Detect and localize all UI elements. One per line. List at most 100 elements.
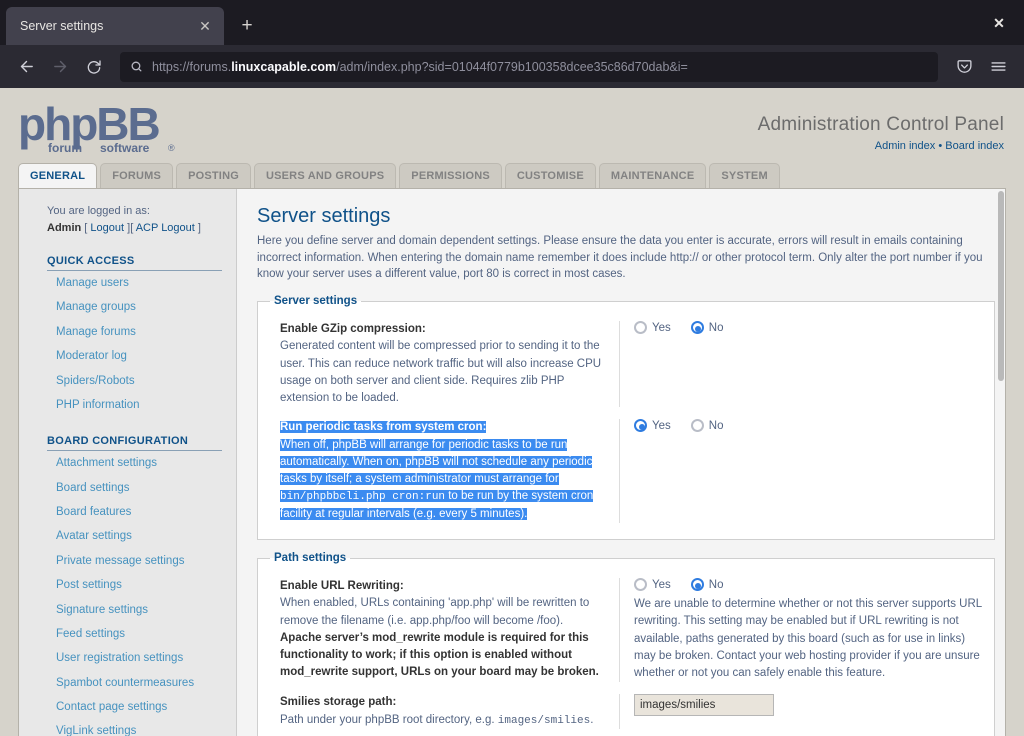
scrollbar-thumb[interactable] xyxy=(998,191,1004,381)
gzip-radio-yes[interactable]: Yes xyxy=(634,321,671,335)
radio-dot-yes[interactable] xyxy=(634,419,647,433)
browser-tab-strip: Server settings ✕ + ✕ xyxy=(0,0,1024,45)
setting-row-url-rewriting: Enable URL Rewriting: When enabled, URLs… xyxy=(270,570,982,686)
acp-tab-forums[interactable]: FORUMS xyxy=(100,163,174,188)
arrow-left-icon[interactable] xyxy=(10,51,42,83)
acp-tab-maintenance[interactable]: MAINTENANCE xyxy=(598,163,707,188)
cron-title: Run periodic tasks from system cron: xyxy=(280,421,487,434)
acp-tab-bar: GENERAL FORUMS POSTING USERS AND GROUPS PERM… xyxy=(0,160,1024,188)
sidebar-item-moderator-log[interactable]: Moderator log xyxy=(19,344,236,368)
sidebar-item-spambot-countermeasures[interactable]: Spambot countermeasures xyxy=(19,671,236,695)
sidebar-item-spiders-robots[interactable]: Spiders/Robots xyxy=(19,369,236,393)
reload-icon[interactable] xyxy=(78,51,110,83)
setting-label-gzip: Enable GZip compression: Generated conte… xyxy=(280,321,620,408)
sidebar-item-private-message-settings[interactable]: Private message settings xyxy=(19,549,236,573)
sidebar-item-php-information[interactable]: PHP information xyxy=(19,393,236,417)
radio-dot-no[interactable] xyxy=(690,321,704,335)
logout-link[interactable]: Logout xyxy=(90,222,124,234)
browser-tab[interactable]: Server settings ✕ xyxy=(6,7,224,45)
radio-dot-no[interactable] xyxy=(690,419,704,433)
sidebar-item-manage-forums[interactable]: Manage forums xyxy=(19,320,236,344)
setting-label-cron: Run periodic tasks from system cron: Whe… xyxy=(280,419,620,524)
link-admin-index[interactable]: Admin index xyxy=(875,140,936,152)
sidebar-item-contact-page-settings[interactable]: Contact page settings xyxy=(19,695,236,719)
sidebar-item-manage-groups[interactable]: Manage groups xyxy=(19,295,236,319)
url-rewriting-desc-normal: When enabled, URLs containing 'app.php' … xyxy=(280,597,590,627)
gzip-radio-no[interactable]: No xyxy=(690,321,723,335)
hamburger-menu-icon[interactable] xyxy=(982,51,1014,83)
gzip-title: Enable GZip compression: xyxy=(280,323,426,336)
sidebar-item-post-settings[interactable]: Post settings xyxy=(19,573,236,597)
scrollbar[interactable] xyxy=(997,189,1005,736)
sidebar-item-user-registration-settings[interactable]: User registration settings xyxy=(19,646,236,670)
setting-label-smilies-path: Smilies storage path: Path under your ph… xyxy=(280,694,620,730)
sidebar-quick-access-list: Manage users Manage groups Manage forums Mo… xyxy=(19,271,236,417)
url-rewriting-title: Enable URL Rewriting: xyxy=(280,580,404,593)
sidebar-item-manage-users[interactable]: Manage users xyxy=(19,271,236,295)
browser-window: Server settings ✕ + ✕ https://forums.lin… xyxy=(0,0,1024,736)
main-content: Server settings Here you define server a… xyxy=(237,189,1005,736)
sidebar-item-attachment-settings[interactable]: Attachment settings xyxy=(19,451,236,475)
section-server-settings: Server settings Enable GZip compression:… xyxy=(257,295,995,541)
url-rewriting-radio-yes[interactable]: Yes xyxy=(634,578,671,592)
acp-header: phpBB forum software ® Administration Co… xyxy=(0,88,1024,160)
svg-text:software: software xyxy=(100,141,150,155)
acp-tab-system[interactable]: SYSTEM xyxy=(709,163,780,188)
cron-radio-group: Yes No xyxy=(634,419,982,433)
logout-bracket-mid: ][ xyxy=(127,222,134,235)
logout-bracket-close: ] xyxy=(197,222,201,235)
url-rewriting-radio-no[interactable]: No xyxy=(690,578,723,592)
arrow-right-icon xyxy=(44,51,76,83)
sidebar-item-board-settings[interactable]: Board settings xyxy=(19,476,236,500)
acp-header-right: Administration Control Panel Admin index… xyxy=(758,100,1004,152)
cron-yes-label: Yes xyxy=(652,419,671,432)
plus-icon[interactable]: + xyxy=(232,11,262,41)
acp-logout-link[interactable]: ACP Logout xyxy=(136,222,195,234)
section-legend-server: Server settings xyxy=(274,295,358,308)
pocket-icon[interactable] xyxy=(948,51,980,83)
acp-tab-customise[interactable]: CUSTOMISE xyxy=(504,163,596,188)
url-rewriting-yes-label: Yes xyxy=(652,578,671,591)
url-rewriting-desc-bold: Apache server’s mod_rewrite module is re… xyxy=(280,631,599,679)
radio-dot-yes[interactable] xyxy=(634,578,647,592)
link-separator: • xyxy=(938,140,943,152)
phpbb-logo: phpBB forum software ® xyxy=(18,98,190,163)
gzip-description: Generated content will be compressed pri… xyxy=(280,340,602,405)
page-title: Administration Control Panel xyxy=(757,114,1004,135)
setting-control-smilies-path xyxy=(620,694,982,729)
cron-radio-no[interactable]: No xyxy=(690,419,724,433)
sidebar-item-feed-settings[interactable]: Feed settings xyxy=(19,622,236,646)
sidebar-item-avatar-settings[interactable]: Avatar settings xyxy=(19,524,236,548)
logout-bracket-open: [ xyxy=(84,222,88,235)
sidebar-item-signature-settings[interactable]: Signature settings xyxy=(19,598,236,622)
cron-radio-yes[interactable]: Yes xyxy=(634,419,671,433)
svg-text:®: ® xyxy=(168,143,175,153)
radio-dot-yes[interactable] xyxy=(634,321,647,335)
window-close-button[interactable]: ✕ xyxy=(984,10,1014,36)
smilies-path-input[interactable] xyxy=(634,694,774,717)
cron-desc-code: bin/phpbbcli.php cron:run xyxy=(280,491,446,504)
section-legend-path: Path settings xyxy=(274,552,347,565)
header-links: Admin index • Board index xyxy=(758,140,1004,152)
url-rewriting-note: We are unable to determine whether or no… xyxy=(634,598,982,680)
sidebar-item-viglink-settings[interactable]: VigLink settings xyxy=(19,719,236,736)
url-bar[interactable]: https://forums.linuxcapable.com/adm/inde… xyxy=(120,51,938,82)
content-title: Server settings xyxy=(257,205,391,227)
setting-label-url-rewriting: Enable URL Rewriting: When enabled, URLs… xyxy=(280,578,620,683)
section-path-settings: Path settings Enable URL Rewriting: When… xyxy=(257,552,995,736)
cron-no-label: No xyxy=(708,419,724,432)
sidebar-heading-quick-access: QUICK ACCESS xyxy=(47,255,222,272)
close-icon[interactable]: ✕ xyxy=(194,15,216,37)
acp-tab-general[interactable]: GENERAL xyxy=(18,163,98,188)
radio-dot-no[interactable] xyxy=(690,578,704,592)
acp-tab-users-and-groups[interactable]: USERS AND GROUPS xyxy=(253,163,397,188)
gzip-radio-group: Yes No xyxy=(634,321,982,335)
acp-tab-posting[interactable]: POSTING xyxy=(176,163,251,188)
sidebar-heading-board-config: BOARD CONFIGURATION xyxy=(47,435,222,452)
acp-tab-permissions[interactable]: PERMISSIONS xyxy=(399,163,502,188)
setting-control-gzip: Yes No xyxy=(620,321,982,407)
sidebar-item-board-features[interactable]: Board features xyxy=(19,500,236,524)
page-content: phpBB forum software ® Administration Co… xyxy=(0,88,1024,736)
phpbb-logo-svg: phpBB forum software ® xyxy=(18,98,175,155)
link-board-index[interactable]: Board index xyxy=(945,140,1004,152)
